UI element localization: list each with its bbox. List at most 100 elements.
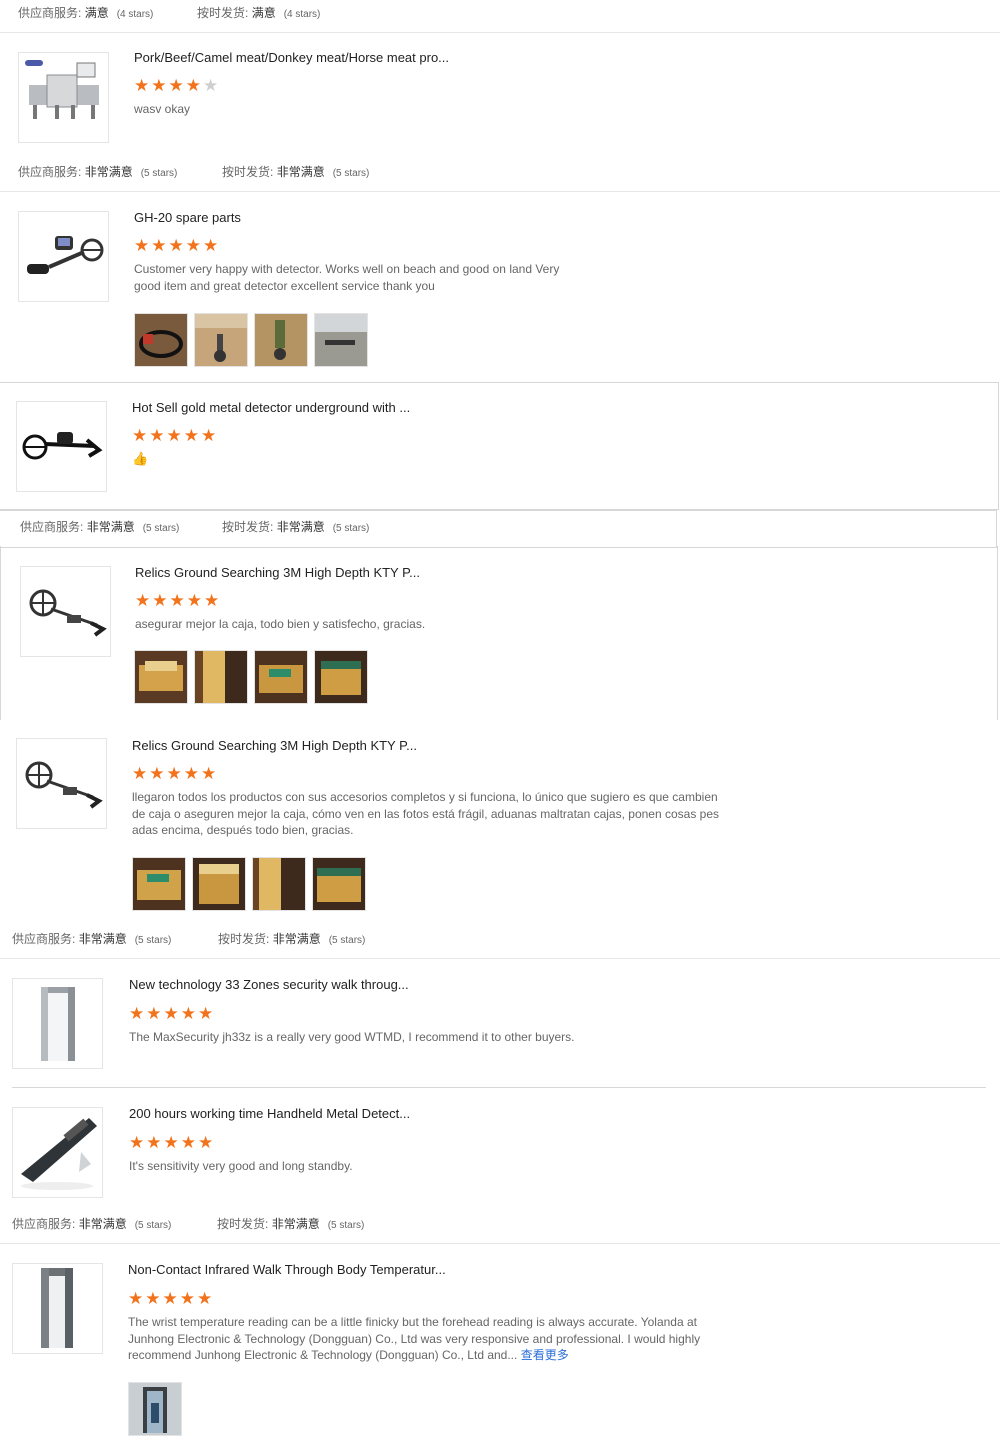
star-icon: ★	[163, 1133, 179, 1152]
star-icon: ★	[169, 591, 185, 610]
star-icon: ★	[135, 591, 151, 610]
review-text: It's sensitivity very good and long stan…	[129, 1159, 353, 1173]
star-icon: ★	[183, 764, 199, 783]
product-title-link[interactable]: GH-20 spare parts	[134, 210, 241, 225]
on-time-shipping-rating: 按时发货: 非常满意 (5 stars)	[222, 520, 370, 534]
review-photo[interactable]	[192, 857, 246, 911]
review-text: Customer very happy with detector. Works…	[134, 262, 560, 293]
star-icon: ★	[203, 76, 219, 95]
product-thumbnail[interactable]	[12, 1107, 103, 1198]
star-icon: ★	[151, 76, 167, 95]
supplier-service-rating: 供应商服务: 非常满意 (5 stars)	[12, 1217, 172, 1231]
review-text-body: The wrist temperature reading can be a l…	[128, 1315, 701, 1362]
supplier-service-rating: 供应商服务: 满意 (4 stars)	[18, 6, 154, 20]
star-icon: ★	[129, 1133, 145, 1152]
product-thumbnail[interactable]	[16, 401, 107, 492]
review-photo[interactable]	[314, 313, 368, 367]
supplier-service-rating: 供应商服务: 非常满意 (5 stars)	[18, 165, 178, 179]
product-title-link[interactable]: Hot Sell gold metal detector underground…	[132, 400, 410, 415]
star-icon: ★	[186, 591, 202, 610]
rating-stars: ★ ★ ★ ★ ★	[132, 765, 216, 782]
star-icon: ★	[145, 1289, 161, 1308]
review-text: asegurar mejor la caja, todo bien y sati…	[135, 617, 426, 631]
review-photo[interactable]	[252, 857, 306, 911]
star-icon: ★	[168, 236, 184, 255]
product-thumbnail[interactable]	[20, 566, 111, 657]
star-icon: ★	[132, 764, 148, 783]
review-text: wasv okay	[134, 102, 191, 116]
rating-stars: ★ ★ ★ ★ ★	[134, 77, 218, 94]
see-more-link[interactable]: 查看更多	[521, 1348, 569, 1362]
divider	[0, 1243, 1000, 1244]
review-photo[interactable]	[312, 857, 366, 911]
product-title-link[interactable]: Pork/Beef/Camel meat/Donkey meat/Horse m…	[134, 50, 449, 65]
rating-stars: ★ ★ ★ ★ ★	[129, 1005, 213, 1022]
star-icon: ★	[180, 1133, 196, 1152]
star-icon: ★	[166, 764, 182, 783]
on-time-shipping-rating: 按时发货: 非常满意 (5 stars)	[222, 165, 370, 179]
star-icon: ★	[132, 426, 148, 445]
star-icon: ★	[198, 1133, 214, 1152]
review-photo[interactable]	[128, 1382, 182, 1436]
product-thumbnail[interactable]	[12, 1263, 103, 1354]
rating-stars: ★ ★ ★ ★ ★	[132, 427, 216, 444]
review-photo[interactable]	[134, 650, 188, 704]
review-text: llegaron todos los productos con sus acc…	[132, 790, 720, 837]
star-icon: ★	[166, 426, 182, 445]
star-icon: ★	[163, 1004, 179, 1023]
review-photo[interactable]	[132, 857, 186, 911]
star-icon: ★	[162, 1289, 178, 1308]
card-border	[997, 546, 998, 720]
star-icon: ★	[149, 764, 165, 783]
product-title-link[interactable]: New technology 33 Zones security walk th…	[129, 977, 409, 992]
supplier-service-rating: 供应商服务: 非常满意 (5 stars)	[20, 520, 180, 534]
star-icon: ★	[128, 1289, 144, 1308]
product-title-link[interactable]: 200 hours working time Handheld Metal De…	[129, 1106, 410, 1121]
star-icon: ★	[146, 1133, 162, 1152]
review-photo[interactable]	[194, 650, 248, 704]
star-icon: ★	[168, 76, 184, 95]
divider	[0, 191, 1000, 192]
product-thumbnail[interactable]	[18, 52, 109, 143]
review-photo[interactable]	[254, 313, 308, 367]
star-icon: ★	[152, 591, 168, 610]
rating-stars: ★ ★ ★ ★ ★	[134, 237, 218, 254]
star-icon: ★	[134, 236, 150, 255]
star-icon: ★	[183, 426, 199, 445]
review-text: The wrist temperature reading can be a l…	[128, 1314, 723, 1364]
on-time-shipping-rating: 按时发货: 非常满意 (5 stars)	[217, 1217, 365, 1231]
star-icon: ★	[151, 236, 167, 255]
star-icon: ★	[185, 236, 201, 255]
review-photo[interactable]	[254, 650, 308, 704]
rating-stars: ★ ★ ★ ★ ★	[129, 1134, 213, 1151]
product-thumbnail[interactable]	[12, 978, 103, 1069]
on-time-shipping-rating: 按时发货: 非常满意 (5 stars)	[218, 932, 366, 946]
star-icon: ★	[203, 236, 219, 255]
star-icon: ★	[198, 1004, 214, 1023]
product-thumbnail[interactable]	[16, 738, 107, 829]
star-icon: ★	[197, 1289, 213, 1308]
star-icon: ★	[129, 1004, 145, 1023]
star-icon: ★	[204, 591, 220, 610]
star-icon: ★	[201, 764, 217, 783]
star-icon: ★	[185, 76, 201, 95]
star-icon: ★	[179, 1289, 195, 1308]
star-icon: ★	[149, 426, 165, 445]
review-text: The MaxSecurity jh33z is a really very g…	[129, 1030, 575, 1044]
divider	[0, 958, 1000, 959]
star-icon: ★	[201, 426, 217, 445]
product-title-link[interactable]: Relics Ground Searching 3M High Depth KT…	[135, 565, 420, 580]
thumbs-up-icon: 👍	[132, 451, 149, 466]
review-photo[interactable]	[194, 313, 248, 367]
star-icon: ★	[180, 1004, 196, 1023]
product-title-link[interactable]: Non-Contact Infrared Walk Through Body T…	[128, 1262, 446, 1277]
review-photo[interactable]	[134, 313, 188, 367]
divider	[12, 1087, 986, 1088]
product-thumbnail[interactable]	[18, 211, 109, 302]
card-border	[0, 546, 1, 720]
review-photo[interactable]	[314, 650, 368, 704]
star-icon: ★	[134, 76, 150, 95]
rating-stars: ★ ★ ★ ★ ★	[135, 592, 219, 609]
product-title-link[interactable]: Relics Ground Searching 3M High Depth KT…	[132, 738, 417, 753]
supplier-service-rating: 供应商服务: 非常满意 (5 stars)	[12, 932, 172, 946]
